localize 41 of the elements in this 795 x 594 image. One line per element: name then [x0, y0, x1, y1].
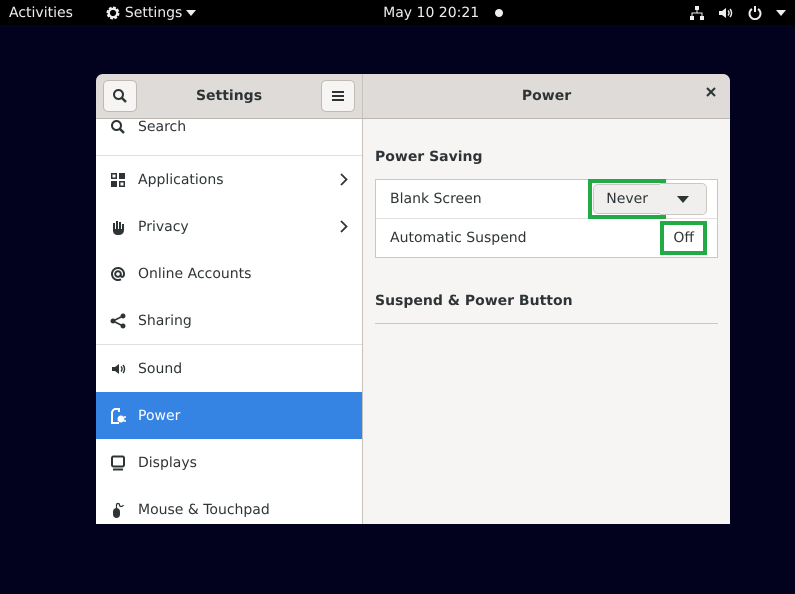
network-icon[interactable]	[690, 6, 704, 20]
hand-icon	[110, 218, 126, 234]
sidebar-item[interactable]: Applications	[96, 156, 362, 203]
search-icon	[112, 88, 128, 104]
caret-icon	[186, 10, 196, 16]
sidebar-item[interactable]: Displays	[96, 439, 362, 486]
section-heading: Suspend & Power Button	[375, 293, 574, 309]
activities-button[interactable]: Activities	[9, 4, 73, 20]
setting-value[interactable]: Off	[665, 226, 702, 250]
menu-icon	[332, 91, 344, 101]
share-icon	[110, 312, 126, 328]
panel-title: Power	[522, 88, 572, 104]
caret-icon[interactable]	[776, 10, 786, 16]
power-icon[interactable]	[748, 6, 762, 20]
caret-icon	[677, 196, 689, 202]
menu-button[interactable]	[321, 80, 355, 112]
dropdown-value-button[interactable]: Never	[593, 184, 661, 214]
setting-label: Automatic Suspend	[390, 230, 528, 246]
sidebar-item[interactable]: Sound	[96, 345, 362, 392]
sidebar-item[interactable]: Sharing	[96, 297, 362, 344]
volume-icon[interactable]	[718, 6, 734, 20]
setting-label: Blank Screen	[390, 191, 483, 207]
gear-icon	[104, 4, 121, 20]
sidebar-item[interactable]: Privacy	[96, 203, 362, 250]
app-menu[interactable]: Settings	[104, 4, 196, 20]
clock[interactable]: May 10 20:21	[383, 4, 480, 20]
sidebar-item[interactable]: Mouse & Touchpad	[96, 486, 362, 524]
close-icon[interactable]	[706, 87, 716, 97]
dropdown-toggle-button[interactable]	[660, 183, 707, 215]
search-button[interactable]	[103, 80, 137, 112]
sidebar-item[interactable]: Online Accounts	[96, 250, 362, 297]
sidebar-title: Settings	[196, 88, 262, 104]
mouse-icon	[110, 502, 126, 518]
sidebar-item[interactable]: Search	[96, 119, 362, 155]
plug-icon	[110, 408, 126, 424]
at-sign-icon	[110, 266, 126, 282]
search-icon	[110, 119, 126, 135]
section-heading: Power Saving	[375, 149, 484, 165]
sidebar-item[interactable]: Power	[96, 392, 362, 439]
monitor-icon	[110, 454, 126, 470]
grid-icon	[110, 172, 126, 188]
